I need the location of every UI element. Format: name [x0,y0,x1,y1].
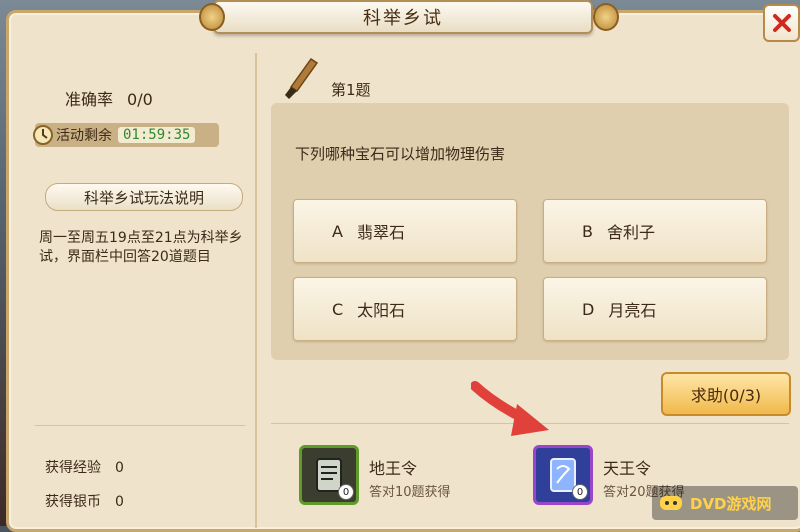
question-number: 第1题 [331,81,371,99]
option-letter: D [582,299,595,319]
question-text: 下列哪种宝石可以增加物理伤害 [295,145,506,163]
timer-value: 01:59:35 [118,127,196,143]
accuracy-value: 0/0 [127,90,153,109]
token-name: 地王令 [369,459,418,478]
option-text: 舍利子 [606,223,655,242]
close-icon [772,14,791,32]
exp-gained: 获得经验 0 [45,457,124,477]
option-letter: B [582,221,593,241]
heaven-token-icon[interactable]: 0 [533,445,593,505]
clock-icon [33,125,53,145]
divider [35,425,245,426]
window-title: 科举乡试 [363,8,443,29]
rules-text: 周一至周五19点至21点为科举乡试，界面栏中回答20道题目 [39,230,243,265]
option-letter: C [332,299,344,319]
accuracy-label: 准确率 [65,90,114,109]
exp-value: 0 [115,460,124,476]
red-arrow-annotation [471,381,549,436]
silver-label: 获得银币 [45,494,101,510]
accuracy-stat: 准确率 0/0 [65,86,153,110]
question-box: 下列哪种宝石可以增加物理伤害 A 翡翠石 B 舍利子 C 太阳石 D 月亮石 [271,103,789,360]
brush-icon [285,57,319,99]
exp-label: 获得经验 [45,460,101,476]
title-bar: 科举乡试 [213,0,593,34]
watermark-text: DVD游戏网 [690,494,772,513]
question-area: 第1题 下列哪种宝石可以增加物理伤害 A 翡翠石 B 舍利子 C 太阳石 D 月亮石 求… [271,57,791,525]
option-text: 月亮石 [608,301,657,320]
exam-panel: 准确率 0/0 活动剩余 01:59:35 科举乡试玩法说明 周一至周五19点至2… [6,10,800,532]
option-b-button[interactable]: B 舍利子 [543,199,767,263]
scroll-end-ornament [199,3,225,31]
option-text: 太阳石 [357,301,406,320]
timer-label: 活动剩余 [56,128,112,144]
watermark: DVD游戏网 [652,486,798,520]
option-a-button[interactable]: A 翡翠石 [293,199,517,263]
silver-gained: 获得银币 0 [45,491,124,511]
option-d-button[interactable]: D 月亮石 [543,277,767,341]
gamepad-icon [660,496,682,510]
token-desc: 答对10题获得 [369,485,451,500]
close-button[interactable] [763,4,800,42]
token-count: 0 [338,484,354,500]
token-name: 天王令 [603,459,652,478]
silver-value: 0 [115,494,124,510]
reward-item-earth: 0 地王令 答对10题获得 [299,445,539,511]
option-c-button[interactable]: C 太阳石 [293,277,517,341]
scroll-end-ornament [593,3,619,31]
option-letter: A [332,221,343,241]
rules-button[interactable]: 科举乡试玩法说明 [45,183,243,211]
left-sidebar: 准确率 0/0 活动剩余 01:59:35 科举乡试玩法说明 周一至周五19点至2… [31,53,257,528]
earth-token-icon[interactable]: 0 [299,445,359,505]
token-count: 0 [572,484,588,500]
help-button[interactable]: 求助(0/3) [661,372,791,416]
option-text: 翡翠石 [356,223,405,242]
activity-timer: 活动剩余 01:59:35 [33,123,219,147]
